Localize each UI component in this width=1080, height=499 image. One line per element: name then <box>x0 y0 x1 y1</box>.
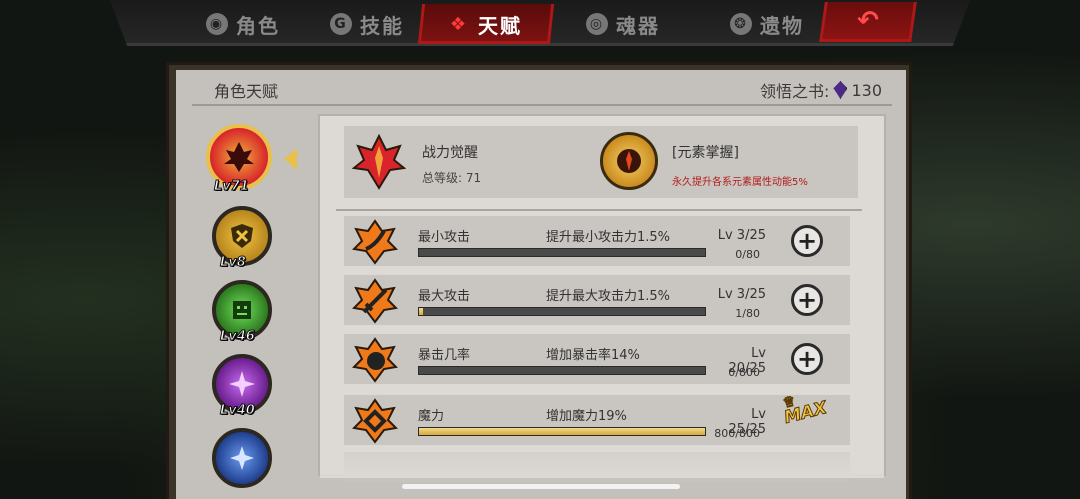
talent-row-min-attack: 最小攻击 提升最小攻击力1.5% Lv 3/25 0/80 + <box>344 216 850 266</box>
tab-soul-artifact[interactable]: ◎ 魂器 <box>586 8 660 40</box>
avatar-warrior[interactable]: Lv71 <box>206 124 272 195</box>
home-indicator[interactable] <box>402 484 680 489</box>
tab-skill[interactable]: G 技能 <box>330 8 404 40</box>
element-mastery-title: [元素掌握] <box>672 145 739 161</box>
talent-name: 魔力 <box>418 409 445 424</box>
divider <box>336 209 862 211</box>
talent-points: 800/800 <box>714 427 760 440</box>
talent-icon: ❖ <box>449 13 469 35</box>
upgrade-button[interactable]: + <box>791 225 823 257</box>
book-gem-icon <box>833 81 848 99</box>
avatar-frost[interactable] <box>212 428 272 488</box>
talent-points: 0/800 <box>728 366 760 379</box>
talent-desc: 提升最大攻击力1.5% <box>546 289 671 304</box>
talent-progress-bar <box>418 366 706 375</box>
plus-icon: + <box>796 345 818 373</box>
max-badge: ♛ MAX <box>781 393 830 429</box>
sword-icon <box>352 278 398 324</box>
star-burst-icon <box>229 371 255 397</box>
book-counter: 领悟之书: 130 <box>760 78 882 102</box>
character-icon: ◉ <box>206 13 228 35</box>
talent-progress-fill <box>419 428 705 435</box>
skill-icon: G <box>330 13 352 35</box>
talent-name: 最小攻击 <box>418 230 471 245</box>
tab-character[interactable]: ◉ 角色 <box>206 8 280 40</box>
avatar-level: Lv40 <box>220 403 256 419</box>
soul-artifact-icon: ◎ <box>586 13 608 35</box>
talent-desc: 提升最小攻击力1.5% <box>546 230 671 245</box>
crit-fist-icon <box>352 337 398 383</box>
talent-name: 最大攻击 <box>418 289 471 304</box>
plus-icon: + <box>796 227 818 255</box>
avatar-level: Lv8 <box>220 255 247 271</box>
back-button[interactable]: ↶ <box>819 2 917 42</box>
shield-icon <box>231 224 253 248</box>
tab-label: 角色 <box>236 13 280 38</box>
talent-row-crit-chance: 暴击几率 增加暴击率14% Lv 20/25 0/800 + <box>344 334 850 384</box>
panel-title: 角色天赋 <box>214 82 279 101</box>
talent-points: 0/80 <box>735 248 760 261</box>
avatar-guardian[interactable]: Lv8 <box>212 206 272 271</box>
divider <box>192 104 892 106</box>
element-mastery-desc: 永久提升各系元素属性动能5% <box>672 177 808 188</box>
talent-name: 暴击几率 <box>418 348 471 363</box>
scroll-fade <box>320 448 884 478</box>
plus-icon: + <box>796 286 818 314</box>
talent-progress-fill <box>419 308 423 315</box>
magic-rune-icon <box>352 398 398 444</box>
book-count: 130 <box>851 80 882 100</box>
talent-level: Lv 3/25 <box>717 287 766 302</box>
talent-progress-bar <box>418 427 706 436</box>
talent-level: Lv 3/25 <box>717 228 766 243</box>
talent-points: 1/80 <box>735 307 760 320</box>
avatar-level: Lv71 <box>214 179 250 195</box>
avatar-mage[interactable]: Lv40 <box>212 354 272 419</box>
upgrade-button[interactable]: + <box>791 343 823 375</box>
talent-row-max-attack: 最大攻击 提升最大攻击力1.5% Lv 3/25 1/80 + <box>344 275 850 325</box>
tab-relic[interactable]: ❂ 遗物 <box>730 8 804 40</box>
book-label: 领悟之书: <box>760 82 830 101</box>
talent-header-name: 战力觉醒 <box>422 145 478 161</box>
talent-progress-bar <box>418 307 706 316</box>
crown-icon: ♛ <box>781 393 798 413</box>
blade-icon <box>352 219 398 265</box>
talent-desc: 增加魔力19% <box>546 409 627 424</box>
back-arrow-icon: ↶ <box>857 5 880 36</box>
awakening-emblem-icon <box>352 134 406 190</box>
selected-indicator-icon <box>284 148 297 170</box>
beast-face-icon <box>233 301 251 319</box>
talent-desc: 增加暴击率14% <box>546 348 640 363</box>
talent-row-magic: 魔力 增加魔力19% Lv 25/25 800/800 ♛ MAX <box>344 393 850 445</box>
upgrade-button[interactable]: + <box>791 284 823 316</box>
talent-header-level: 总等级: 71 <box>422 171 482 185</box>
avatar-level: Lv46 <box>220 329 256 345</box>
tab-label: 技能 <box>360 13 404 38</box>
relic-icon: ❂ <box>730 13 752 35</box>
flame-tree-icon <box>224 142 254 172</box>
tab-label: 天赋 <box>478 13 522 38</box>
snow-star-icon <box>230 446 254 470</box>
talent-progress-bar <box>418 248 706 257</box>
game-screen: ◉ 角色 G 技能 ❖ 天赋 ◎ 魂器 ❂ 遗物 ↶ 角色天赋 领悟之书: 13… <box>0 0 1080 499</box>
element-mastery-emblem-icon <box>600 132 658 190</box>
avatar-beast[interactable]: Lv46 <box>212 280 272 345</box>
tab-label: 遗物 <box>760 13 804 38</box>
tab-talent[interactable]: ❖ 天赋 <box>448 8 522 40</box>
tab-label: 魂器 <box>616 13 660 38</box>
